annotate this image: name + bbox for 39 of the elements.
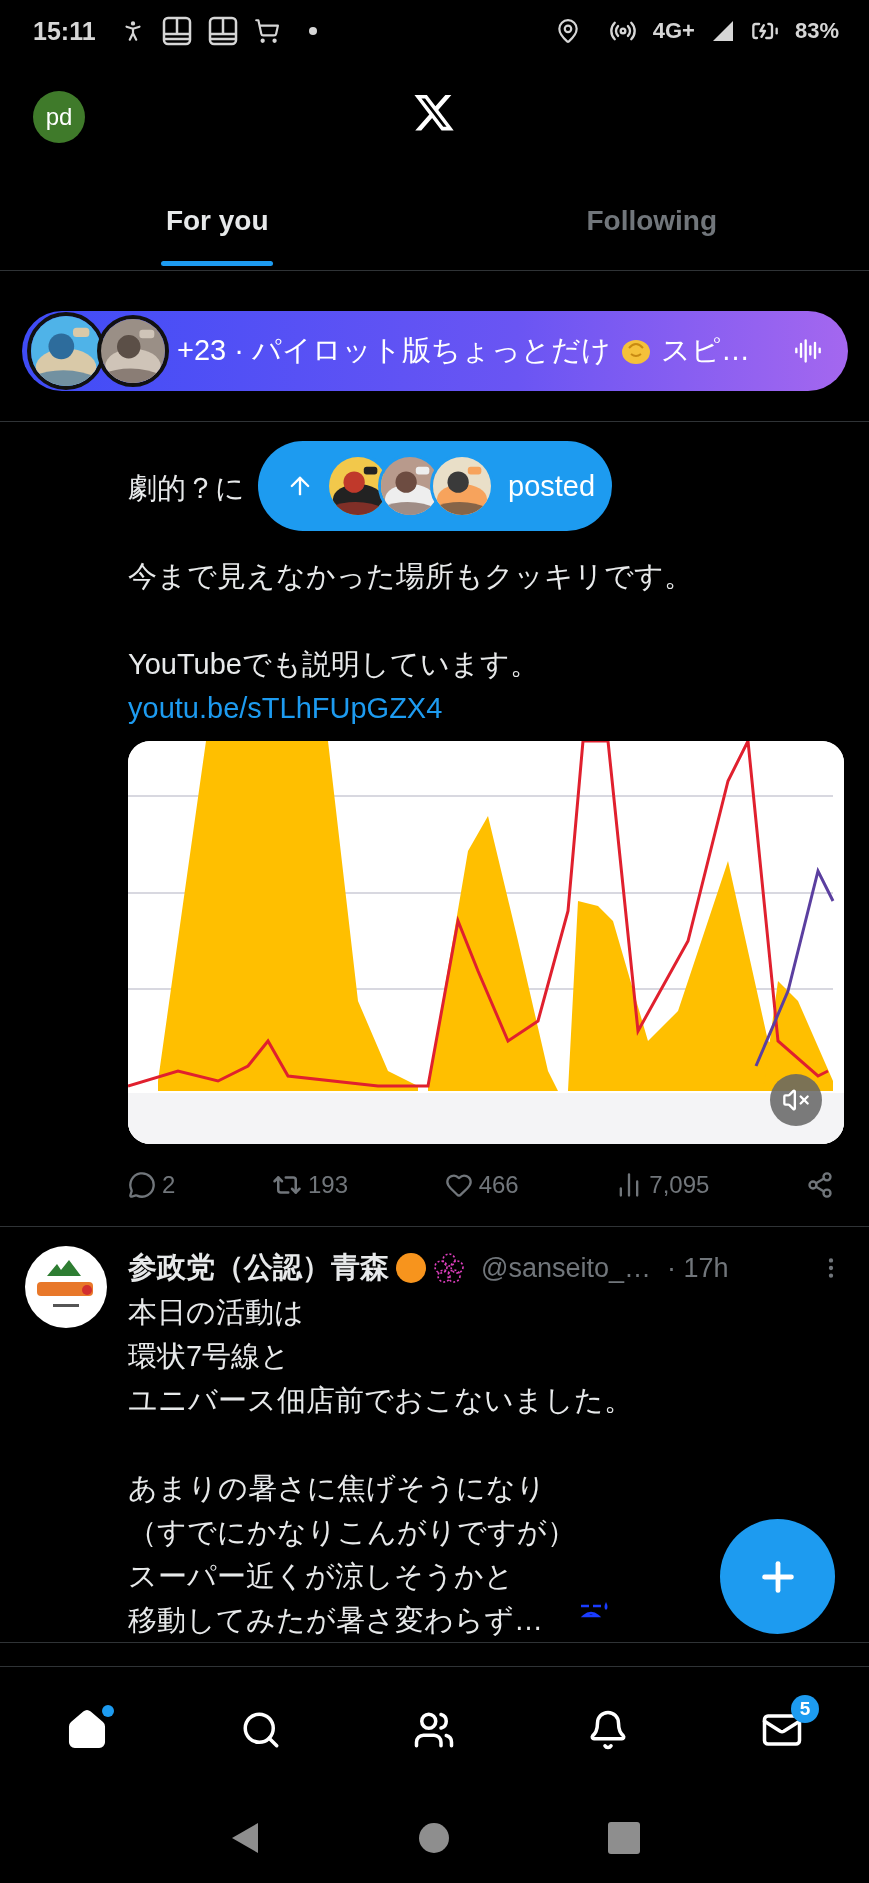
feed-tab[interactable]: For you: [0, 172, 435, 270]
flower-icon: [433, 1252, 465, 1284]
space-title: スピ…: [660, 333, 750, 368]
unread-count: 5: [791, 1694, 820, 1723]
cart-icon: [253, 18, 280, 44]
network-type: 4G+: [652, 18, 695, 44]
live-space-banner[interactable]: +23 · パイロット版ちょっとだけ スピ…: [22, 311, 848, 391]
feed-tab[interactable]: Following: [434, 172, 869, 270]
tablet-icon: [161, 16, 192, 46]
battery-level: 83%: [794, 18, 839, 44]
posted-label: posted: [508, 469, 596, 503]
audio-icon: [794, 337, 822, 365]
clock-time: 15:11: [33, 16, 96, 46]
tweet-text: 今まで見えなかった場所もクッキリです。: [128, 560, 693, 592]
nav-tab[interactable]: 5: [695, 1667, 869, 1792]
share-icon: [805, 1171, 834, 1199]
home-button[interactable]: [418, 1822, 449, 1853]
post-time: · 17h: [667, 1252, 729, 1284]
speech-bubble-icon: [128, 1171, 156, 1199]
tweet-text: YouTubeでも説明しています。: [128, 648, 539, 680]
space-title: +23 · パイロット版ちょっとだけ: [177, 333, 611, 368]
repost-button[interactable]: 193: [271, 1170, 348, 1200]
views-button[interactable]: 7,095: [615, 1171, 710, 1199]
share-button[interactable]: [805, 1171, 834, 1199]
new-posts-pill[interactable]: posted: [258, 441, 612, 531]
tweet-text: 劇的？に: [128, 472, 245, 504]
author-handle: @sanseito_…: [481, 1252, 651, 1284]
dot-icon: [307, 26, 318, 36]
author-name[interactable]: 参政党（公認）青森: [128, 1248, 389, 1288]
tweet-text: あまりの暑さに焦げそうになり （すでにかなりこんがりですが） スーパー近くが涼しそうかと 移動してみたが暑さ変わらず…: [128, 1471, 576, 1638]
profile-avatar[interactable]: pd: [33, 91, 85, 143]
video-link[interactable]: youtu.be/sTLhFUpGZX4: [128, 686, 443, 730]
tablet-icon: [207, 16, 238, 46]
reply-button[interactable]: 2: [128, 1171, 176, 1199]
recents-button[interactable]: [607, 1821, 640, 1854]
dot-emoji-icon: [395, 1252, 427, 1284]
tweet-text: 本日の活動は 環状7号線と ユニバース佃店前でおこないました。: [128, 1296, 633, 1416]
like-button[interactable]: 466: [444, 1171, 519, 1199]
heart-icon: [444, 1171, 473, 1199]
